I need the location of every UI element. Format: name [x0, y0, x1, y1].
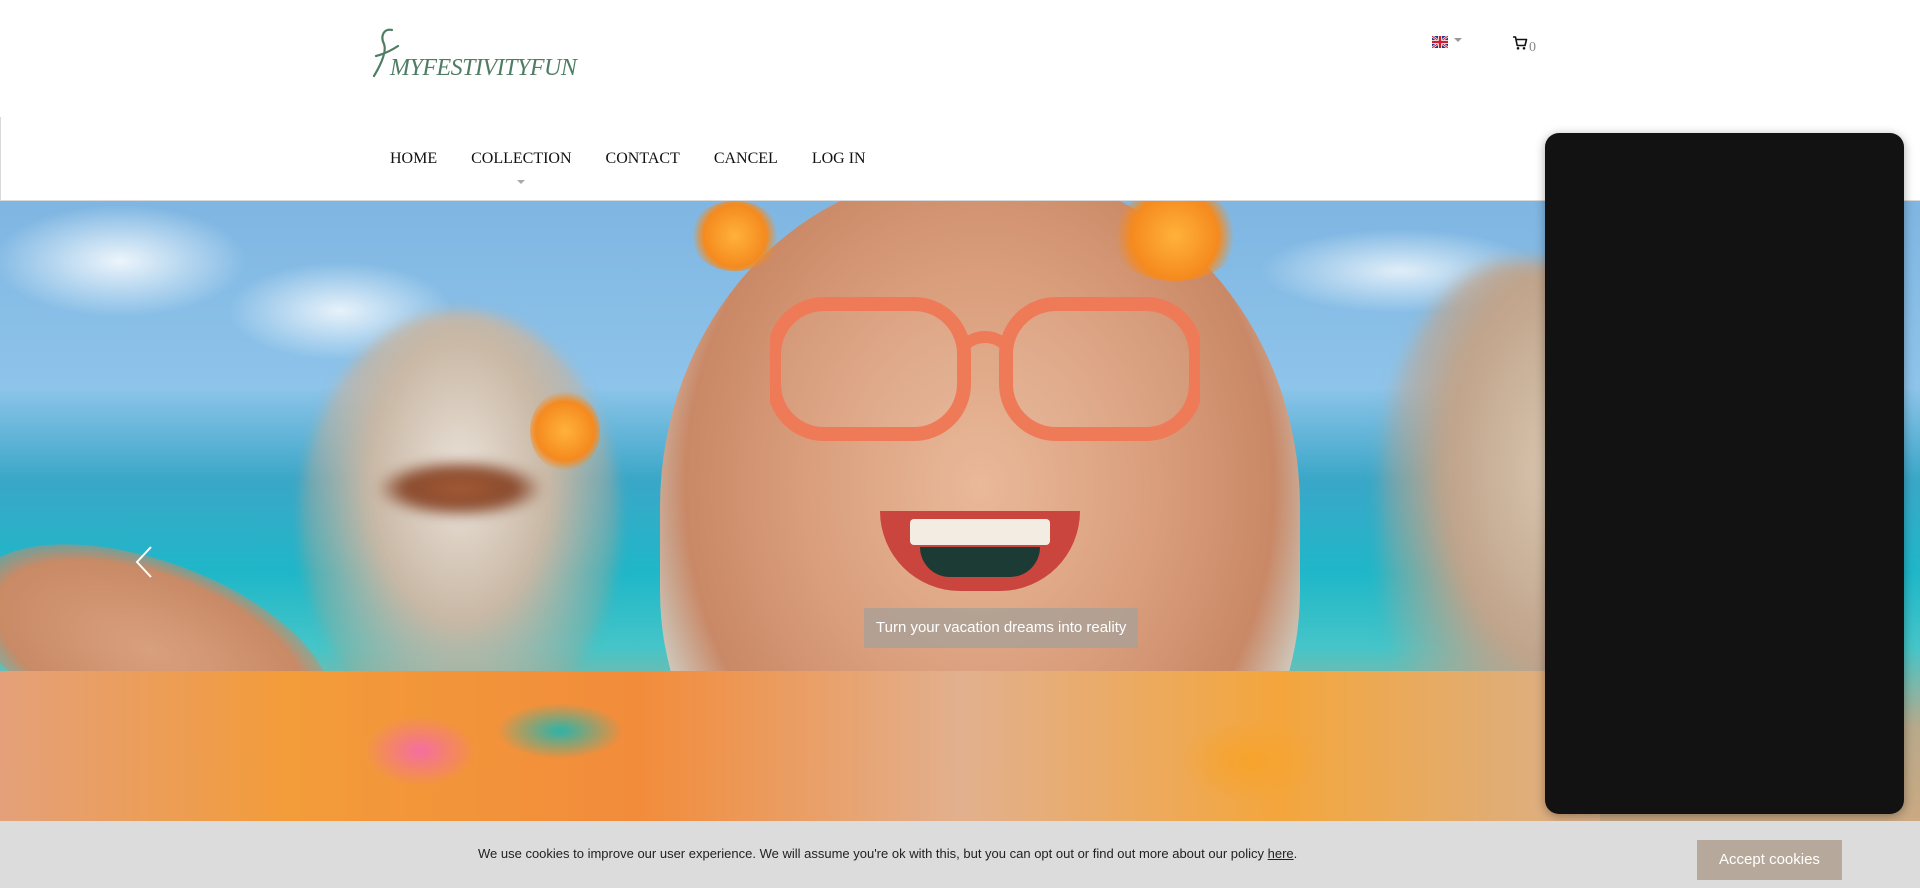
logo-text: MYFESTIVITYFUN — [390, 55, 577, 81]
chevron-down-icon — [1454, 38, 1462, 42]
submenu-caret-icon — [517, 180, 526, 184]
hero-caption: Turn your vacation dreams into reality — [864, 608, 1139, 648]
language-selector[interactable] — [1432, 36, 1462, 48]
accept-cookies-button[interactable]: Accept cookies — [1697, 840, 1842, 880]
nav-item-collection[interactable]: COLLECTION — [471, 150, 572, 184]
cart-icon — [1513, 36, 1528, 50]
nav-item-home[interactable]: HOME — [390, 150, 437, 168]
nav-item-contact[interactable]: CONTACT — [606, 150, 680, 168]
nav-item-login[interactable]: LOG IN — [812, 150, 866, 168]
nav-item-cancel[interactable]: CANCEL — [714, 150, 778, 168]
cart-count: 0 — [1529, 40, 1536, 55]
cookie-message: We use cookies to improve our user exper… — [478, 846, 1298, 861]
cart-button[interactable]: 0 — [1512, 35, 1536, 55]
site-logo[interactable]: MYFESTIVITYFUN — [370, 26, 577, 82]
black-overlay-panel — [1545, 133, 1904, 814]
cookie-policy-link[interactable]: here — [1268, 846, 1294, 861]
site-header: MYFESTIVITYFUN 0 — [0, 0, 1920, 118]
slider-prev-button[interactable] — [134, 545, 154, 579]
uk-flag-icon — [1432, 36, 1448, 48]
cookie-banner: We use cookies to improve our user exper… — [0, 821, 1920, 888]
